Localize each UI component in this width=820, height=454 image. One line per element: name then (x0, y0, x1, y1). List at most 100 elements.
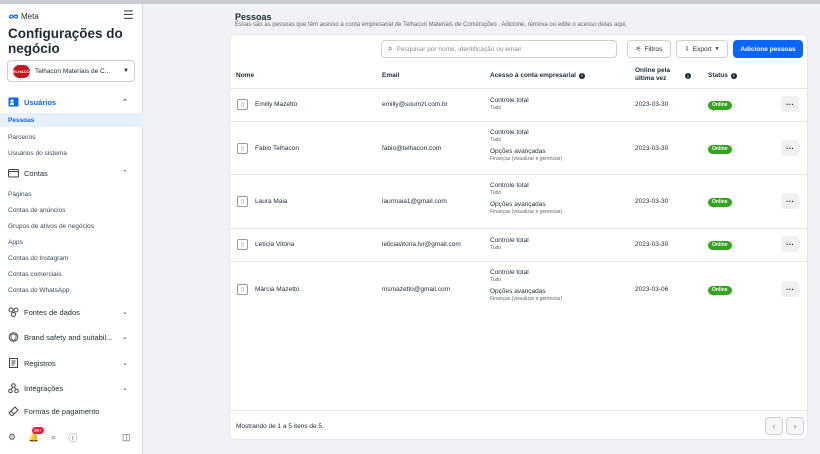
filters-button[interactable]: ⚟ Filtros (627, 40, 671, 58)
status-badge: Online (708, 145, 732, 154)
sidebar-section-label: Registros (24, 358, 56, 368)
meta-infinity-icon (8, 14, 19, 19)
pagination-summary: Mostrando de 1 a 5 itens de 5. (236, 423, 324, 430)
person-name: Fabio Telhacon (255, 145, 299, 152)
search-icon[interactable]: ⌕ (51, 432, 56, 443)
sidebar-section-integracoes[interactable]: Integrações ⌄ (0, 380, 143, 396)
business-selector[interactable]: TELHACON Telhacon Materiais de C... ▼ (7, 60, 135, 82)
more-options-button[interactable]: ··· (781, 236, 799, 252)
filters-label: Filtros (644, 45, 663, 53)
last-online: 2023-03-06 (635, 286, 669, 293)
integrations-icon (8, 383, 19, 394)
sidebar-item-paginas[interactable]: Páginas (0, 187, 143, 201)
info-icon[interactable]: i (685, 73, 691, 79)
sidebar-title: Configurações do negócio (8, 26, 123, 56)
sidebar-item-parceiros[interactable]: Parceiros (0, 130, 143, 144)
sidebar-section-label: Contas (24, 168, 48, 178)
person-name: Emilly Mazetto (255, 101, 298, 108)
sidebar-section-brand-safety[interactable]: Brand safety and suitabil... ⌄ (0, 329, 143, 345)
sidebar-section-fontes-dados[interactable]: Fontes de dados ⌄ (0, 304, 143, 320)
menu-icon[interactable]: ☰ (123, 9, 134, 21)
column-header-access[interactable]: Acesso à conta empresarial i (490, 72, 585, 80)
sidebar-section-registros[interactable]: Registros ⌄ (0, 355, 143, 371)
access-detail: Tudo (490, 277, 502, 283)
sidebar-item-whatsapp[interactable]: Contas do WhatsApp (0, 283, 143, 297)
sidebar-section-usuarios[interactable]: Usuários ⌃ (0, 94, 143, 110)
access-cell: Controle total Tudo Opções avançadas Fin… (490, 182, 562, 216)
table-row-name[interactable]: ▯ Fabio Telhacon (237, 143, 299, 154)
column-header-status[interactable]: Status i (708, 72, 737, 80)
chevron-down-icon: ⌄ (122, 309, 128, 316)
last-online: 2023-03-30 (635, 241, 669, 248)
person-email: emilly@soumzt.com.br (382, 101, 448, 108)
help-icon[interactable]: ⓘ (68, 431, 77, 444)
divider (230, 261, 807, 262)
person-name: Letícia Vitória (255, 241, 295, 248)
add-people-button[interactable]: Adicione pessoas (733, 40, 803, 58)
sidebar-section-label: Usuários (24, 97, 57, 107)
table-row-name[interactable]: ▯ Emilly Mazetto (237, 99, 297, 110)
sidebar-item-contas-comerciais[interactable]: Contas comerciais (0, 267, 143, 281)
search-input[interactable]: ⌕ Pesquisar por nome, identificação ou e… (381, 40, 617, 58)
access-detail: Finanças (visualizar e gerenciar) (490, 156, 563, 162)
info-icon[interactable]: i (579, 73, 585, 79)
sidebar-item-pessoas[interactable]: Pessoas (0, 113, 143, 127)
business-name: Telhacon Materiais de C... (35, 67, 111, 75)
person-name: Laura Maia (255, 198, 288, 205)
last-online: 2023-03-30 (635, 198, 669, 205)
person-email: msmazetto@gmail.com (382, 286, 451, 293)
table-row-name[interactable]: ▯ Laura Maia (237, 196, 288, 207)
sidebar-item-apps[interactable]: Apps (0, 235, 143, 249)
page-subtitle: Essas são as pessoas que têm acesso à co… (235, 22, 628, 28)
access-detail: Tudo (490, 105, 502, 111)
access-level: Controle total (490, 97, 529, 104)
status-badge: Online (708, 241, 732, 250)
sidebar-item-instagram[interactable]: Contas do Instagram (0, 251, 143, 265)
column-header-online[interactable]: Online pela última vez (635, 67, 679, 83)
user-icon: ▯ (237, 239, 248, 250)
meta-logo[interactable]: Meta (8, 12, 39, 21)
next-page-button[interactable]: › (786, 417, 804, 435)
access-detail: Finanças (visualizar e gerenciar) (490, 296, 563, 302)
chevron-down-icon: ⌄ (122, 334, 128, 341)
table-row-name[interactable]: ▯ Letícia Vitória (237, 239, 294, 250)
notification-badge: 99+ (32, 426, 44, 434)
sidebar-item-contas-anuncios[interactable]: Contas de anúncios (0, 203, 143, 217)
page-title: Pessoas (235, 12, 272, 22)
person-email: leticiavitoria.lvr@gmail.com (382, 241, 461, 248)
access-detail: Finanças (visualizar e gerenciar) (490, 209, 563, 215)
user-icon: ▯ (237, 196, 248, 207)
sidebar-item-usuarios-sistema[interactable]: Usuários do sistema (0, 146, 143, 160)
access-level: Opções avançadas (490, 201, 546, 208)
gear-icon[interactable]: ⚙ (8, 432, 16, 443)
table-row-name[interactable]: ▯ Márcia Mazetto (237, 284, 299, 295)
more-options-button[interactable]: ··· (781, 281, 799, 297)
users-icon (8, 97, 19, 108)
access-cell: Controle total Tudo Opções avançadas Fin… (490, 269, 562, 303)
sidebar-section-contas[interactable]: Contas ⌃ (0, 165, 143, 181)
sidebar-item-grupos-ativos[interactable]: Grupos de ativos de negócios (0, 219, 143, 233)
more-options-button[interactable]: ··· (781, 140, 799, 156)
export-button[interactable]: ⇩ Export ▼ (676, 40, 728, 58)
sidebar-section-pagamento[interactable]: Formas de pagamento (0, 403, 143, 419)
person-email: fabio@telhacon.com (382, 145, 442, 152)
previous-page-button[interactable]: ‹ (765, 417, 783, 435)
notifications-icon[interactable]: 🔔 99+ (28, 426, 44, 443)
column-header-status-label: Status (708, 72, 728, 79)
status-badge: Online (708, 101, 732, 110)
payment-icon (8, 406, 19, 417)
caret-down-icon: ▼ (714, 46, 720, 52)
divider (230, 174, 807, 175)
access-level: Opções avançadas (490, 288, 546, 295)
info-icon[interactable]: i (730, 73, 737, 79)
search-icon: ⌕ (388, 44, 393, 53)
sidebar-section-label: Formas de pagamento (24, 406, 100, 416)
column-header-name[interactable]: Nome (236, 72, 254, 80)
column-header-email[interactable]: Email (382, 72, 399, 80)
more-options-button[interactable]: ··· (781, 193, 799, 209)
more-options-button[interactable]: ··· (781, 96, 799, 112)
person-email: laurmaia1@gmail.com (382, 198, 447, 205)
search-placeholder: Pesquisar por nome, identificação ou ema… (396, 45, 521, 53)
access-cell: Controle total Tudo (490, 97, 529, 112)
collapse-sidebar-icon[interactable]: ◫ (122, 432, 131, 443)
